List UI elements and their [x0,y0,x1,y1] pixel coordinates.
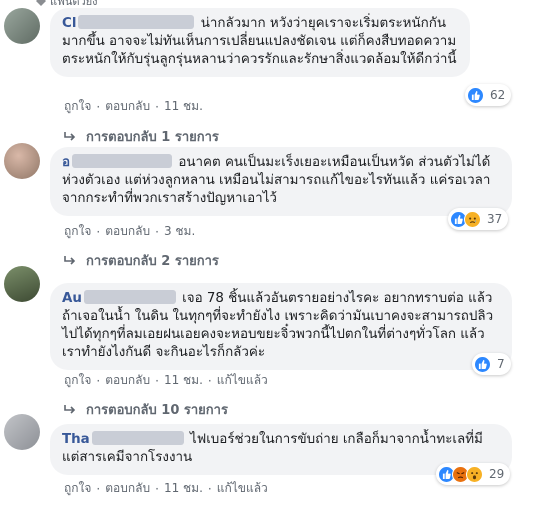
author-name[interactable]: Au [62,291,82,306]
avatar[interactable] [4,266,40,302]
reply-link[interactable]: ตอบกลับ [105,97,150,116]
reply-arrow-icon [64,131,76,141]
reaction-count: 29 [489,467,505,481]
avatar[interactable] [4,143,40,179]
sad-reaction-icon [464,210,481,228]
like-link[interactable]: ถูกใจ [64,222,91,241]
edited-label[interactable]: แก้ไขแล้ว [217,479,268,498]
reaction-count: 37 [487,212,503,226]
timestamp[interactable]: 11 ชม. [164,97,203,116]
comment-actions: ถูกใจ · ตอบกลับ · 3 ชม. [64,222,195,241]
reaction-count: 62 [490,88,506,102]
like-link[interactable]: ถูกใจ [64,371,91,390]
replies-count-label: การตอบกลับ 10 รายการ [86,403,228,418]
avatar[interactable] [4,414,40,450]
reaction-summary[interactable]: 29 [436,463,511,485]
reaction-summary[interactable]: 62 [465,84,512,106]
reply-link[interactable]: ตอบกลับ [105,371,150,390]
comment-bubble: Cl น่ากลัวมาก หวังว่ายุคเราจะเริ่มตระหนั… [50,8,470,77]
timestamp[interactable]: 11 ชม. [164,479,203,498]
avatar[interactable] [4,8,40,44]
replies-count-label: การตอบกลับ 1 รายการ [86,130,219,145]
redacted-name [83,290,176,304]
reaction-summary[interactable]: 37 [448,208,509,230]
like-link[interactable]: ถูกใจ [64,97,91,116]
like-link[interactable]: ถูกใจ [64,479,91,498]
redacted-name [91,431,184,445]
reply-link[interactable]: ตอบกลับ [105,479,150,498]
author-name[interactable]: Tha [62,432,90,447]
timestamp[interactable]: 3 ชม. [164,222,195,241]
timestamp[interactable]: 11 ชม. [164,371,203,390]
reaction-summary[interactable]: 7 [472,353,511,375]
view-replies-link[interactable]: การตอบกลับ 10 รายการ [64,399,228,420]
view-replies-link[interactable]: การตอบกลับ 2 รายการ [64,250,219,271]
comment-actions: ถูกใจ · ตอบกลับ · 11 ชม. · แก้ไขแล้ว [64,479,268,498]
like-reaction-icon [467,86,484,104]
reply-link[interactable]: ตอบกลับ [105,222,150,241]
author-name[interactable]: อ [62,155,70,170]
fan-badge: แฟนตัวยง [36,0,98,8]
author-name[interactable]: Cl [62,16,76,31]
edited-label[interactable]: แก้ไขแล้ว [217,371,268,390]
reply-arrow-icon [64,255,76,265]
redacted-name [72,154,173,168]
replies-count-label: การตอบกลับ 2 รายการ [86,254,219,269]
redacted-name [78,15,195,29]
reaction-count: 7 [497,357,505,371]
reply-arrow-icon [64,404,76,414]
comment-actions: ถูกใจ · ตอบกลับ · 11 ชม. · แก้ไขแล้ว [64,371,268,390]
like-reaction-icon [474,355,491,373]
comment-bubble: Au เจอ 78 ชิ้นแล้วอันตรายอย่างไรคะ อยากท… [50,283,512,370]
comment-bubble: อ อนาคต คนเป็นมะเร็งเยอะเหมือนเป็นหวัด ส… [50,147,512,216]
diamond-icon [36,0,46,6]
wow-reaction-icon [466,465,483,483]
comment-actions: ถูกใจ · ตอบกลับ · 11 ชม. [64,97,203,116]
view-replies-link[interactable]: การตอบกลับ 1 รายการ [64,126,219,147]
